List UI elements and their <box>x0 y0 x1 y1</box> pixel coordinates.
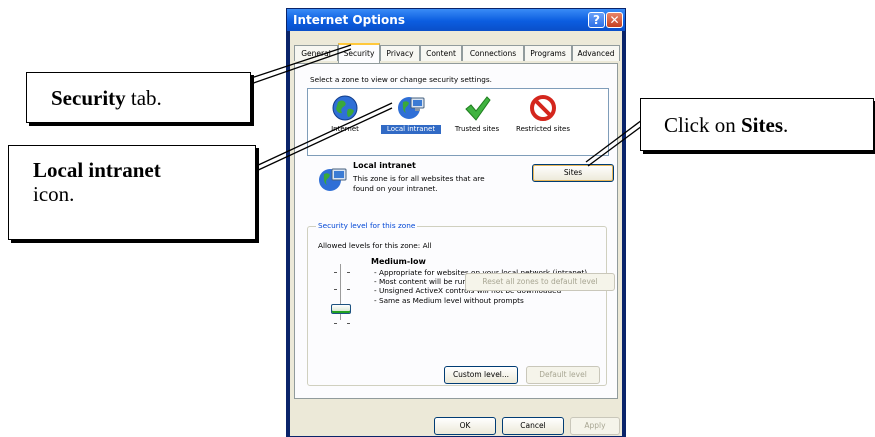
security-tab-panel: Select a zone to view or change security… <box>294 63 618 399</box>
tab-security[interactable]: Security <box>338 43 380 63</box>
restricted-icon <box>530 95 556 121</box>
checkmark-icon <box>465 96 491 121</box>
sites-callout: Click on Sites. <box>640 98 874 151</box>
tab-content[interactable]: Content <box>420 45 462 61</box>
title-bar[interactable]: Internet Options ? ✕ <box>287 9 625 31</box>
custom-level-button[interactable]: Custom level... <box>444 366 518 384</box>
level-desc-line: - Same as Medium level without prompts <box>374 295 524 305</box>
security-slider-thumb[interactable] <box>331 304 351 314</box>
callout-security-bold: Security <box>51 86 126 110</box>
cancel-button[interactable]: Cancel <box>502 417 564 435</box>
zone-local-intranet[interactable]: Local intranet <box>380 92 442 152</box>
zone-prompt: Select a zone to view or change security… <box>310 75 492 84</box>
callout-security-rest: tab. <box>125 86 162 110</box>
slider-tick <box>347 323 350 324</box>
sites-button[interactable]: Sites <box>532 164 614 182</box>
reset-all-zones-button[interactable]: Reset all zones to default level <box>465 273 615 291</box>
callout-local-rest: icon. <box>33 182 75 206</box>
callout-sites-bold: Sites <box>741 113 783 137</box>
internet-options-dialog: Internet Options ? ✕ General Security Pr… <box>286 8 626 437</box>
dialog-title: Internet Options <box>293 13 405 27</box>
help-button[interactable]: ? <box>588 12 605 28</box>
close-button[interactable]: ✕ <box>606 12 623 28</box>
zone-list: Internet Local intranet Trusted sites Re… <box>307 88 609 156</box>
tab-connections[interactable]: Connections <box>462 45 524 61</box>
slider-tick <box>334 272 337 273</box>
callout-local-bold: Local intranet <box>33 158 161 182</box>
security-level-group: Security level for this zone Allowed lev… <box>307 221 607 386</box>
allowed-levels-text: Allowed levels for this zone: All <box>318 241 432 250</box>
security-level-name: Medium-low <box>371 257 426 266</box>
zone-info-description: This zone is for all websites that are f… <box>353 174 485 193</box>
zone-info-title: Local intranet <box>353 161 416 170</box>
zone-internet[interactable]: Internet <box>314 92 376 152</box>
callout-sites-post: . <box>783 113 789 137</box>
ok-button[interactable]: OK <box>434 417 496 435</box>
slider-tick <box>334 323 337 324</box>
slider-tick <box>347 289 350 290</box>
zone-restricted-sites-label: Restricted sites <box>516 125 570 133</box>
tab-privacy[interactable]: Privacy <box>380 45 420 61</box>
tab-advanced[interactable]: Advanced <box>572 45 620 61</box>
zone-internet-label: Internet <box>331 125 359 133</box>
slider-tick <box>334 289 337 290</box>
tab-programs[interactable]: Programs <box>524 45 572 61</box>
tab-general[interactable]: General <box>294 45 338 61</box>
globe-icon <box>332 95 358 121</box>
zone-restricted-sites[interactable]: Restricted sites <box>512 92 574 152</box>
zone-local-intranet-label: Local intranet <box>381 125 441 134</box>
security-tab-callout: Security tab. <box>26 72 251 123</box>
security-level-legend: Security level for this zone <box>316 221 418 230</box>
zone-trusted-sites-label: Trusted sites <box>454 125 500 133</box>
dialog-client-area: General Security Privacy Content Connect… <box>290 31 622 436</box>
local-intranet-icon <box>398 97 425 119</box>
local-intranet-callout: Local intranet icon. <box>8 145 256 240</box>
apply-button[interactable]: Apply <box>570 417 620 435</box>
default-level-button[interactable]: Default level <box>526 366 600 384</box>
zone-info-icon <box>319 168 347 191</box>
callout-sites-pre: Click on <box>664 113 741 137</box>
zone-trusted-sites[interactable]: Trusted sites <box>446 92 508 152</box>
slider-tick <box>347 272 350 273</box>
